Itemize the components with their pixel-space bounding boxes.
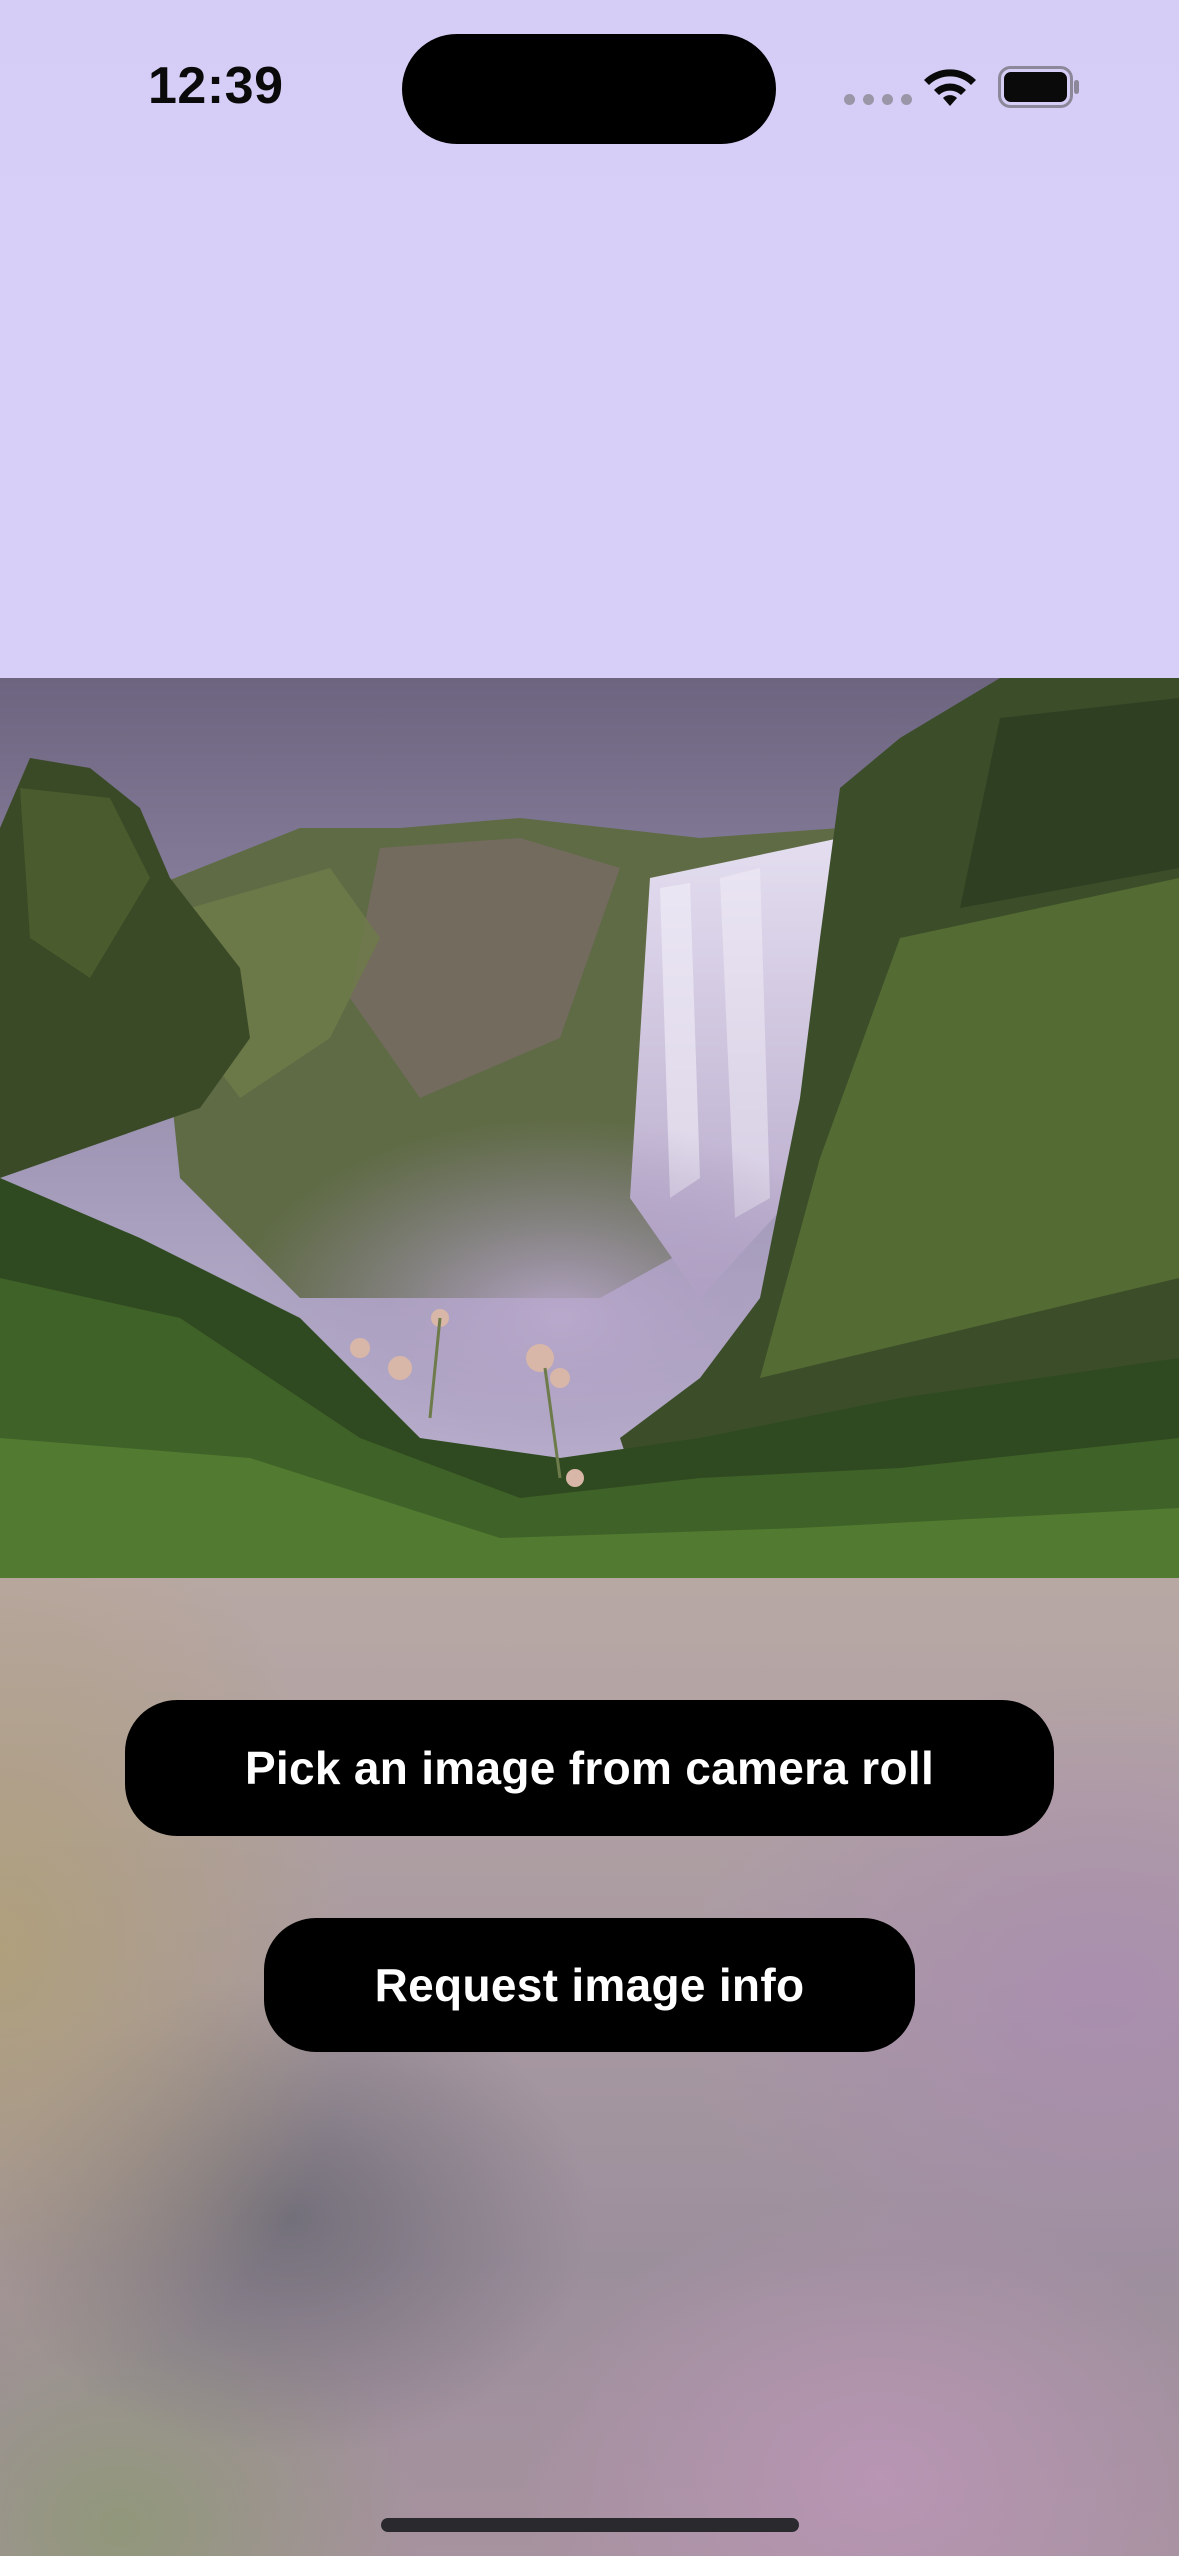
signal-dots-icon [844,94,912,105]
request-image-info-button[interactable]: Request image info [264,1918,915,2052]
battery-icon [998,66,1079,108]
home-indicator[interactable] [381,2518,799,2532]
status-bar: 12:39 [0,0,1179,176]
dynamic-island [402,34,776,144]
status-time: 12:39 [148,57,284,115]
wifi-icon [924,69,976,106]
waterfall-photo [0,678,1179,1578]
pick-image-button[interactable]: Pick an image from camera roll [125,1700,1054,1836]
top-blank-area [0,176,1179,678]
